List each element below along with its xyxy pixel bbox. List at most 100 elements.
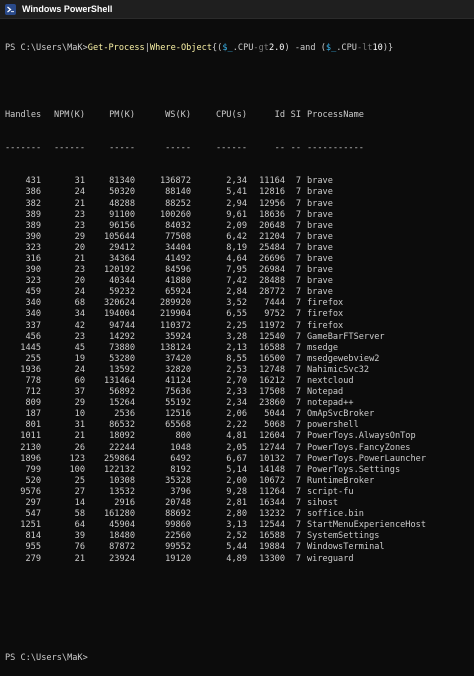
cell-pm: 122132 bbox=[103, 464, 135, 475]
cell-name: soffice.bin bbox=[307, 509, 364, 520]
cell-name: brave bbox=[307, 176, 333, 187]
cell-id: 13232 bbox=[259, 509, 285, 520]
cell-id: 23860 bbox=[259, 398, 285, 409]
cell-handles: 1445 bbox=[20, 342, 41, 353]
cell-si: 7 bbox=[295, 442, 301, 453]
cell-ws: 12516 bbox=[165, 409, 191, 420]
cell-ws: 20748 bbox=[165, 498, 191, 509]
cell-name: powershell bbox=[307, 420, 359, 431]
prompt: PS C:\Users\MaK> bbox=[5, 43, 88, 54]
cell-npm: 25 bbox=[74, 475, 85, 486]
cell-ws: 3796 bbox=[170, 486, 191, 497]
cell-pm: 86532 bbox=[109, 420, 135, 431]
cell-handles: 799 bbox=[25, 464, 41, 475]
cell-ws: 136872 bbox=[159, 176, 191, 187]
cell-pm: 96156 bbox=[109, 220, 135, 231]
cell-npm: 10 bbox=[74, 409, 85, 420]
cell-id: 12956 bbox=[259, 198, 285, 209]
table-row: 187 10 2536 12516 2,06 5044 7 OmApSvcBroker bbox=[5, 409, 470, 420]
cell-pm: 105644 bbox=[103, 231, 135, 242]
cell-npm: 20 bbox=[74, 276, 85, 287]
cell-name: brave bbox=[307, 276, 333, 287]
cell-pm: 14292 bbox=[109, 331, 135, 342]
table-row: 1896 123 259864 6492 6,67 10132 7 PowerToys.Pow… bbox=[5, 454, 470, 465]
cell-name: brave bbox=[307, 198, 333, 209]
cell-name: PowerToys.AlwaysOnTop bbox=[307, 431, 416, 442]
cell-pm: 40344 bbox=[109, 276, 135, 287]
cell-cpu: 6,42 bbox=[226, 231, 247, 242]
cell-name: PowerToys.Settings bbox=[307, 464, 401, 475]
table-row: 2130 26 22244 1048 2,05 12744 7 PowerToys.Fancy… bbox=[5, 443, 470, 454]
cell-si: 7 bbox=[295, 553, 301, 564]
table-row: 1251 64 45904 99860 3,13 12544 7 StartMenuExper… bbox=[5, 520, 470, 531]
cell-handles: 801 bbox=[25, 420, 41, 431]
cell-cpu: 6,55 bbox=[226, 309, 247, 320]
cell-name: brave bbox=[307, 287, 333, 298]
cell-name: firefox bbox=[307, 309, 344, 320]
cell-cpu: 2,34 bbox=[226, 176, 247, 187]
cell-ws: 19120 bbox=[165, 553, 191, 564]
cell-cpu: 7,42 bbox=[226, 276, 247, 287]
cell-handles: 2130 bbox=[20, 442, 41, 453]
cell-ws: 100260 bbox=[159, 209, 191, 220]
cell-cpu: 5,41 bbox=[226, 187, 247, 198]
title-bar[interactable]: Windows PowerShell bbox=[0, 0, 474, 19]
table-row: 316 21 34364 41492 4,64 26696 7 brave bbox=[5, 254, 470, 265]
cell-si: 7 bbox=[295, 309, 301, 320]
cell-ws: 41492 bbox=[165, 253, 191, 264]
powershell-icon bbox=[5, 3, 16, 15]
cell-name: NahimicSvc32 bbox=[307, 364, 370, 375]
cell-cpu: 2,81 bbox=[226, 498, 247, 509]
table-row: 431 31 81340 136872 2,34 11164 7 brave bbox=[5, 176, 470, 187]
cell-pm: 18092 bbox=[109, 431, 135, 442]
cell-si: 7 bbox=[295, 287, 301, 298]
cell-si: 7 bbox=[295, 276, 301, 287]
cell-cpu: 4,64 bbox=[226, 253, 247, 264]
cell-pm: 56892 bbox=[109, 387, 135, 398]
cell-pm: 45904 bbox=[109, 520, 135, 531]
cell-id: 26696 bbox=[259, 253, 285, 264]
cell-handles: 389 bbox=[25, 220, 41, 231]
cell-cpu: 2,09 bbox=[226, 220, 247, 231]
cell-id: 16500 bbox=[259, 353, 285, 364]
cell-si: 7 bbox=[295, 376, 301, 386]
end-prompt-line[interactable]: PS C:\Users\MaK> bbox=[5, 653, 470, 664]
cell-si: 7 bbox=[295, 298, 301, 309]
cell-si: 7 bbox=[295, 531, 301, 542]
cell-npm: 39 bbox=[74, 531, 85, 542]
cell-pm: 53280 bbox=[109, 353, 135, 364]
cell-cpu: 4,81 bbox=[226, 431, 247, 442]
cell-name: RuntimeBroker bbox=[307, 475, 375, 486]
table-header: Handles NPM(K) PM(K) WS(K) CPU(s) Id SI Process… bbox=[5, 109, 364, 120]
cell-si: 7 bbox=[295, 253, 301, 264]
cell-id: 11164 bbox=[259, 176, 285, 187]
table-row: 340 34 194004 219904 6,55 9752 7 firefox bbox=[5, 309, 470, 320]
cell-id: 10132 bbox=[259, 453, 285, 464]
cell-npm: 100 bbox=[69, 464, 85, 475]
cell-pm: 29412 bbox=[109, 242, 135, 253]
cell-name: sihost bbox=[307, 498, 339, 509]
cell-npm: 34 bbox=[74, 309, 85, 320]
cell-si: 7 bbox=[295, 187, 301, 198]
cell-si: 7 bbox=[295, 353, 301, 364]
table-row: 459 24 59232 65924 2,84 28772 7 brave bbox=[5, 287, 470, 298]
cell-ws: 65924 bbox=[165, 287, 191, 298]
cell-name: GameBarFTServer bbox=[307, 331, 385, 342]
cell-handles: 1896 bbox=[20, 453, 41, 464]
cell-name: brave bbox=[307, 187, 333, 198]
terminal-output[interactable]: PS C:\Users\MaK> Get-Process | Where-Obj… bbox=[5, 21, 470, 663]
cell-ws: 138124 bbox=[159, 342, 191, 353]
cell-si: 7 bbox=[295, 320, 301, 331]
cell-pm: 120192 bbox=[103, 265, 135, 276]
cell-npm: 123 bbox=[69, 453, 85, 464]
cell-id: 12544 bbox=[259, 520, 285, 531]
cell-cpu: 2,84 bbox=[226, 287, 247, 298]
cell-handles: 386 bbox=[25, 187, 41, 198]
table-row: 520 25 10308 35328 2,00 10672 7 RuntimeBroker bbox=[5, 476, 470, 487]
cell-id: 12816 bbox=[259, 187, 285, 198]
cell-cpu: 6,67 bbox=[226, 453, 247, 464]
cell-ws: 8192 bbox=[170, 464, 191, 475]
cell-npm: 24 bbox=[74, 287, 85, 298]
cell-pm: 131464 bbox=[103, 376, 135, 386]
cell-npm: 19 bbox=[74, 353, 85, 364]
